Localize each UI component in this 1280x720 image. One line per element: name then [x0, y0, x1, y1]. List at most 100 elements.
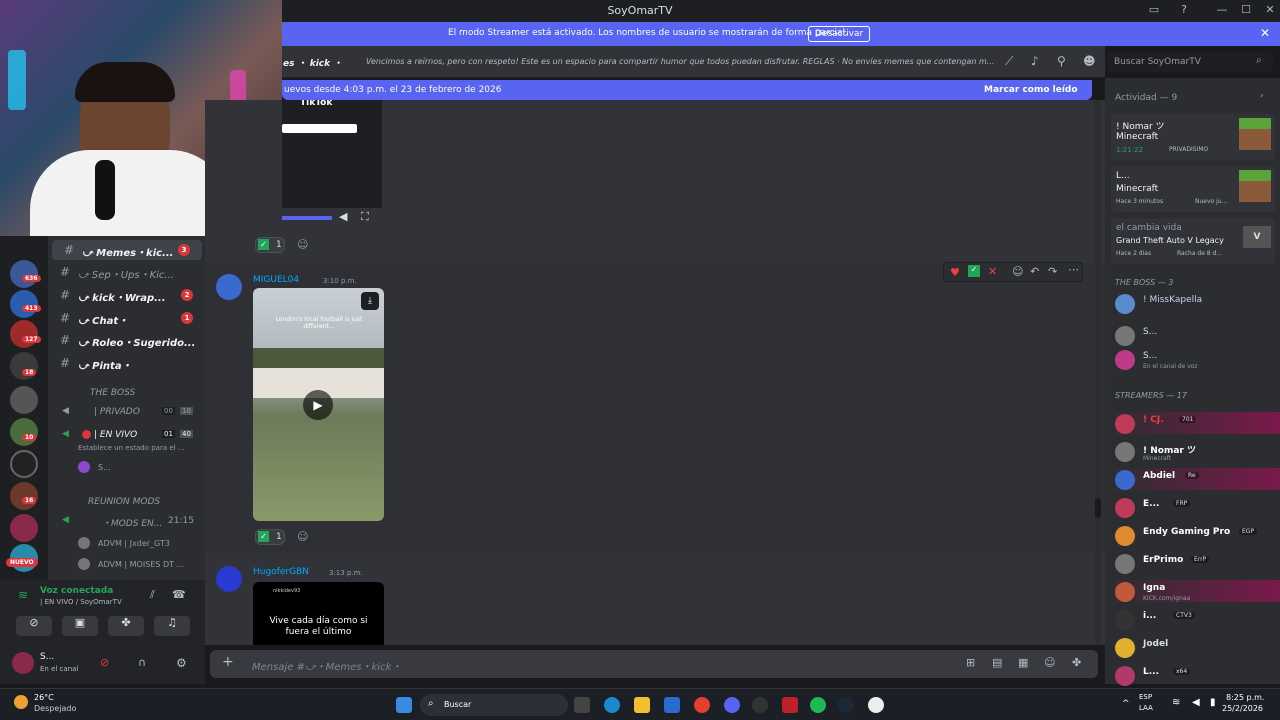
- message-author[interactable]: MIGUEL04: [253, 275, 299, 285]
- channel-item-pinta[interactable]: # ⤻ Pinta・: [48, 353, 205, 373]
- message-author[interactable]: HugoferGBN: [253, 567, 309, 577]
- member-item[interactable]: S... En el canal de voz: [1105, 348, 1280, 370]
- windows-start-icon[interactable]: [396, 697, 412, 713]
- activity-card[interactable]: L... Minecraft Hace 3 minutos Nuevo ju..…: [1111, 166, 1275, 212]
- activities-button[interactable]: ✤: [108, 616, 144, 636]
- video-off-button[interactable]: ⊘: [16, 616, 52, 636]
- disconnect-icon[interactable]: ☎: [172, 588, 186, 601]
- member-item[interactable]: ! CJ. 701: [1105, 412, 1280, 434]
- forward-icon[interactable]: ↷: [1048, 265, 1057, 278]
- member-item[interactable]: ! Nomar ツ Minecraft: [1105, 440, 1280, 462]
- avatar[interactable]: [216, 566, 242, 592]
- file-explorer-icon[interactable]: [634, 697, 650, 713]
- volume-icon[interactable]: ◀: [339, 210, 347, 223]
- gift-icon[interactable]: ⊞: [966, 656, 975, 669]
- soundboard-button[interactable]: ♫: [154, 616, 190, 636]
- voice-channel-mods[interactable]: ◀ ・MODS EN... 21:15: [56, 513, 201, 531]
- edge-icon[interactable]: [604, 697, 620, 713]
- voice-user[interactable]: S...: [98, 463, 111, 472]
- server-icon[interactable]: [10, 290, 38, 318]
- acrobat-icon[interactable]: [782, 697, 798, 713]
- reaction-check[interactable]: ✓ 1: [255, 529, 285, 545]
- reaction-check[interactable]: ✓ 1: [255, 237, 285, 253]
- channel-item-memes[interactable]: # ⤻ Memes・kic... 3: [52, 240, 202, 260]
- more-icon[interactable]: ⋯: [1068, 263, 1079, 276]
- maximize-button[interactable]: ☐: [1238, 3, 1254, 19]
- category-reunion-mods[interactable]: REUNION MODS: [88, 497, 160, 507]
- search-input[interactable]: Buscar SoyOmarTV: [1114, 57, 1201, 67]
- heart-icon[interactable]: ♥: [950, 266, 960, 279]
- app-icon[interactable]: [868, 697, 884, 713]
- add-reaction-icon[interactable]: ☺: [297, 238, 308, 251]
- add-reaction-icon[interactable]: ☺: [297, 530, 308, 543]
- chevron-right-icon[interactable]: ›: [1260, 91, 1264, 101]
- new-messages-bar[interactable]: uevos desde 4:03 p.m. el 23 de febrero d…: [282, 80, 1092, 100]
- battery-icon[interactable]: ▮: [1210, 697, 1216, 708]
- gear-icon[interactable]: ⚙: [176, 656, 187, 670]
- server-icon[interactable]: [10, 450, 38, 478]
- activity-card[interactable]: el cambia vida Grand Theft Auto V Legacy…: [1111, 218, 1275, 264]
- weather-temp[interactable]: 26°C: [34, 693, 54, 702]
- avatar[interactable]: [12, 652, 34, 674]
- video-attachment[interactable]: London's local football is just differen…: [253, 288, 384, 521]
- server-icon[interactable]: [10, 260, 38, 288]
- channel-item-kick-wrap[interactable]: # ⤻ kick・Wrap... 2: [48, 285, 205, 305]
- fullscreen-icon[interactable]: ⛶: [361, 210, 369, 224]
- volume-slider[interactable]: [282, 216, 332, 220]
- members-icon[interactable]: ☻: [1083, 54, 1096, 68]
- voice-channel-en-vivo[interactable]: ◀ | EN VIVO 01 40: [56, 427, 201, 445]
- tiktok-embed-previous[interactable]: TikTok: [282, 98, 382, 208]
- member-item[interactable]: E... FRP: [1105, 496, 1280, 518]
- discord-icon[interactable]: [724, 697, 740, 713]
- threads-icon[interactable]: ⟋: [1005, 54, 1013, 69]
- member-item[interactable]: i... CTV3: [1105, 608, 1280, 630]
- clock-time[interactable]: 8:25 p.m.: [1226, 693, 1264, 702]
- member-item[interactable]: L... x64: [1105, 664, 1280, 686]
- server-icon[interactable]: [10, 514, 38, 542]
- emoji-icon[interactable]: ☺: [1044, 656, 1055, 669]
- bell-icon[interactable]: ♪: [1031, 54, 1039, 68]
- server-icon[interactable]: [10, 482, 38, 510]
- server-icon[interactable]: [10, 320, 38, 348]
- taskbar-search[interactable]: ⌕ Buscar: [420, 694, 568, 716]
- language-a[interactable]: ESP: [1139, 693, 1152, 701]
- server-icon[interactable]: [10, 418, 38, 446]
- play-icon[interactable]: ▶: [303, 390, 333, 420]
- chrome-icon[interactable]: [694, 697, 710, 713]
- add-attachment-icon[interactable]: +: [222, 654, 234, 670]
- activity-card[interactable]: ! Nomar ツ Minecraft 1:21:22 PRIVADISIMO: [1111, 114, 1275, 160]
- scrollbar-thumb[interactable]: [1095, 498, 1101, 518]
- server-icon[interactable]: [10, 386, 38, 414]
- add-reaction-icon[interactable]: ☺: [1012, 265, 1023, 278]
- steam-icon[interactable]: [838, 697, 854, 713]
- reply-icon[interactable]: ↶: [1030, 265, 1039, 278]
- member-item[interactable]: ErPrimo ErrP: [1105, 552, 1280, 574]
- mark-as-read-button[interactable]: Marcar como leído: [984, 85, 1078, 95]
- volume-icon[interactable]: ◀: [1192, 697, 1200, 708]
- pin-icon[interactable]: ⚲: [1057, 54, 1066, 68]
- voice-status[interactable]: Establece un estado para el ...: [78, 444, 185, 452]
- screen-share-button[interactable]: ▣: [62, 616, 98, 636]
- x-icon[interactable]: ✕: [988, 265, 997, 278]
- gif-icon[interactable]: ▤: [992, 656, 1002, 669]
- voice-channel-privado[interactable]: ◀ | PRIVADO 00 10: [56, 404, 201, 422]
- obs-icon[interactable]: [752, 697, 768, 713]
- chat-scrollbar[interactable]: [1095, 100, 1101, 645]
- avatar[interactable]: [216, 274, 242, 300]
- channel-item-chat[interactable]: # ⤻ Chat・ 1: [48, 308, 205, 328]
- message-composer[interactable]: + Mensaje #⤻・Memes・kick・ ⊞ ▤ ▦ ☺ ✤: [210, 650, 1098, 678]
- store-icon[interactable]: [664, 697, 680, 713]
- member-item[interactable]: ! MissKapella: [1105, 292, 1280, 314]
- minimize-button[interactable]: —: [1214, 3, 1230, 19]
- apps-icon[interactable]: ✤: [1072, 656, 1081, 669]
- noise-suppression-icon[interactable]: ⫽: [150, 588, 155, 602]
- chevron-up-icon[interactable]: ^: [1122, 699, 1130, 709]
- video-attachment[interactable]: nikkidev93 Vive cada día como si fuera e…: [253, 582, 384, 645]
- channel-item-roleo[interactable]: # ⤻ Roleo・Sugerido...: [48, 330, 205, 350]
- voice-user[interactable]: ADVM | MOISES DT ...: [98, 560, 184, 569]
- channel-item-sep-ups[interactable]: # ⤻ Sep・Ups・Kic...: [48, 262, 205, 282]
- headset-icon[interactable]: ∩: [138, 656, 146, 669]
- wifi-icon[interactable]: ≋: [1172, 697, 1180, 708]
- task-view-icon[interactable]: [574, 697, 590, 713]
- close-window-button[interactable]: ✕: [1262, 3, 1278, 19]
